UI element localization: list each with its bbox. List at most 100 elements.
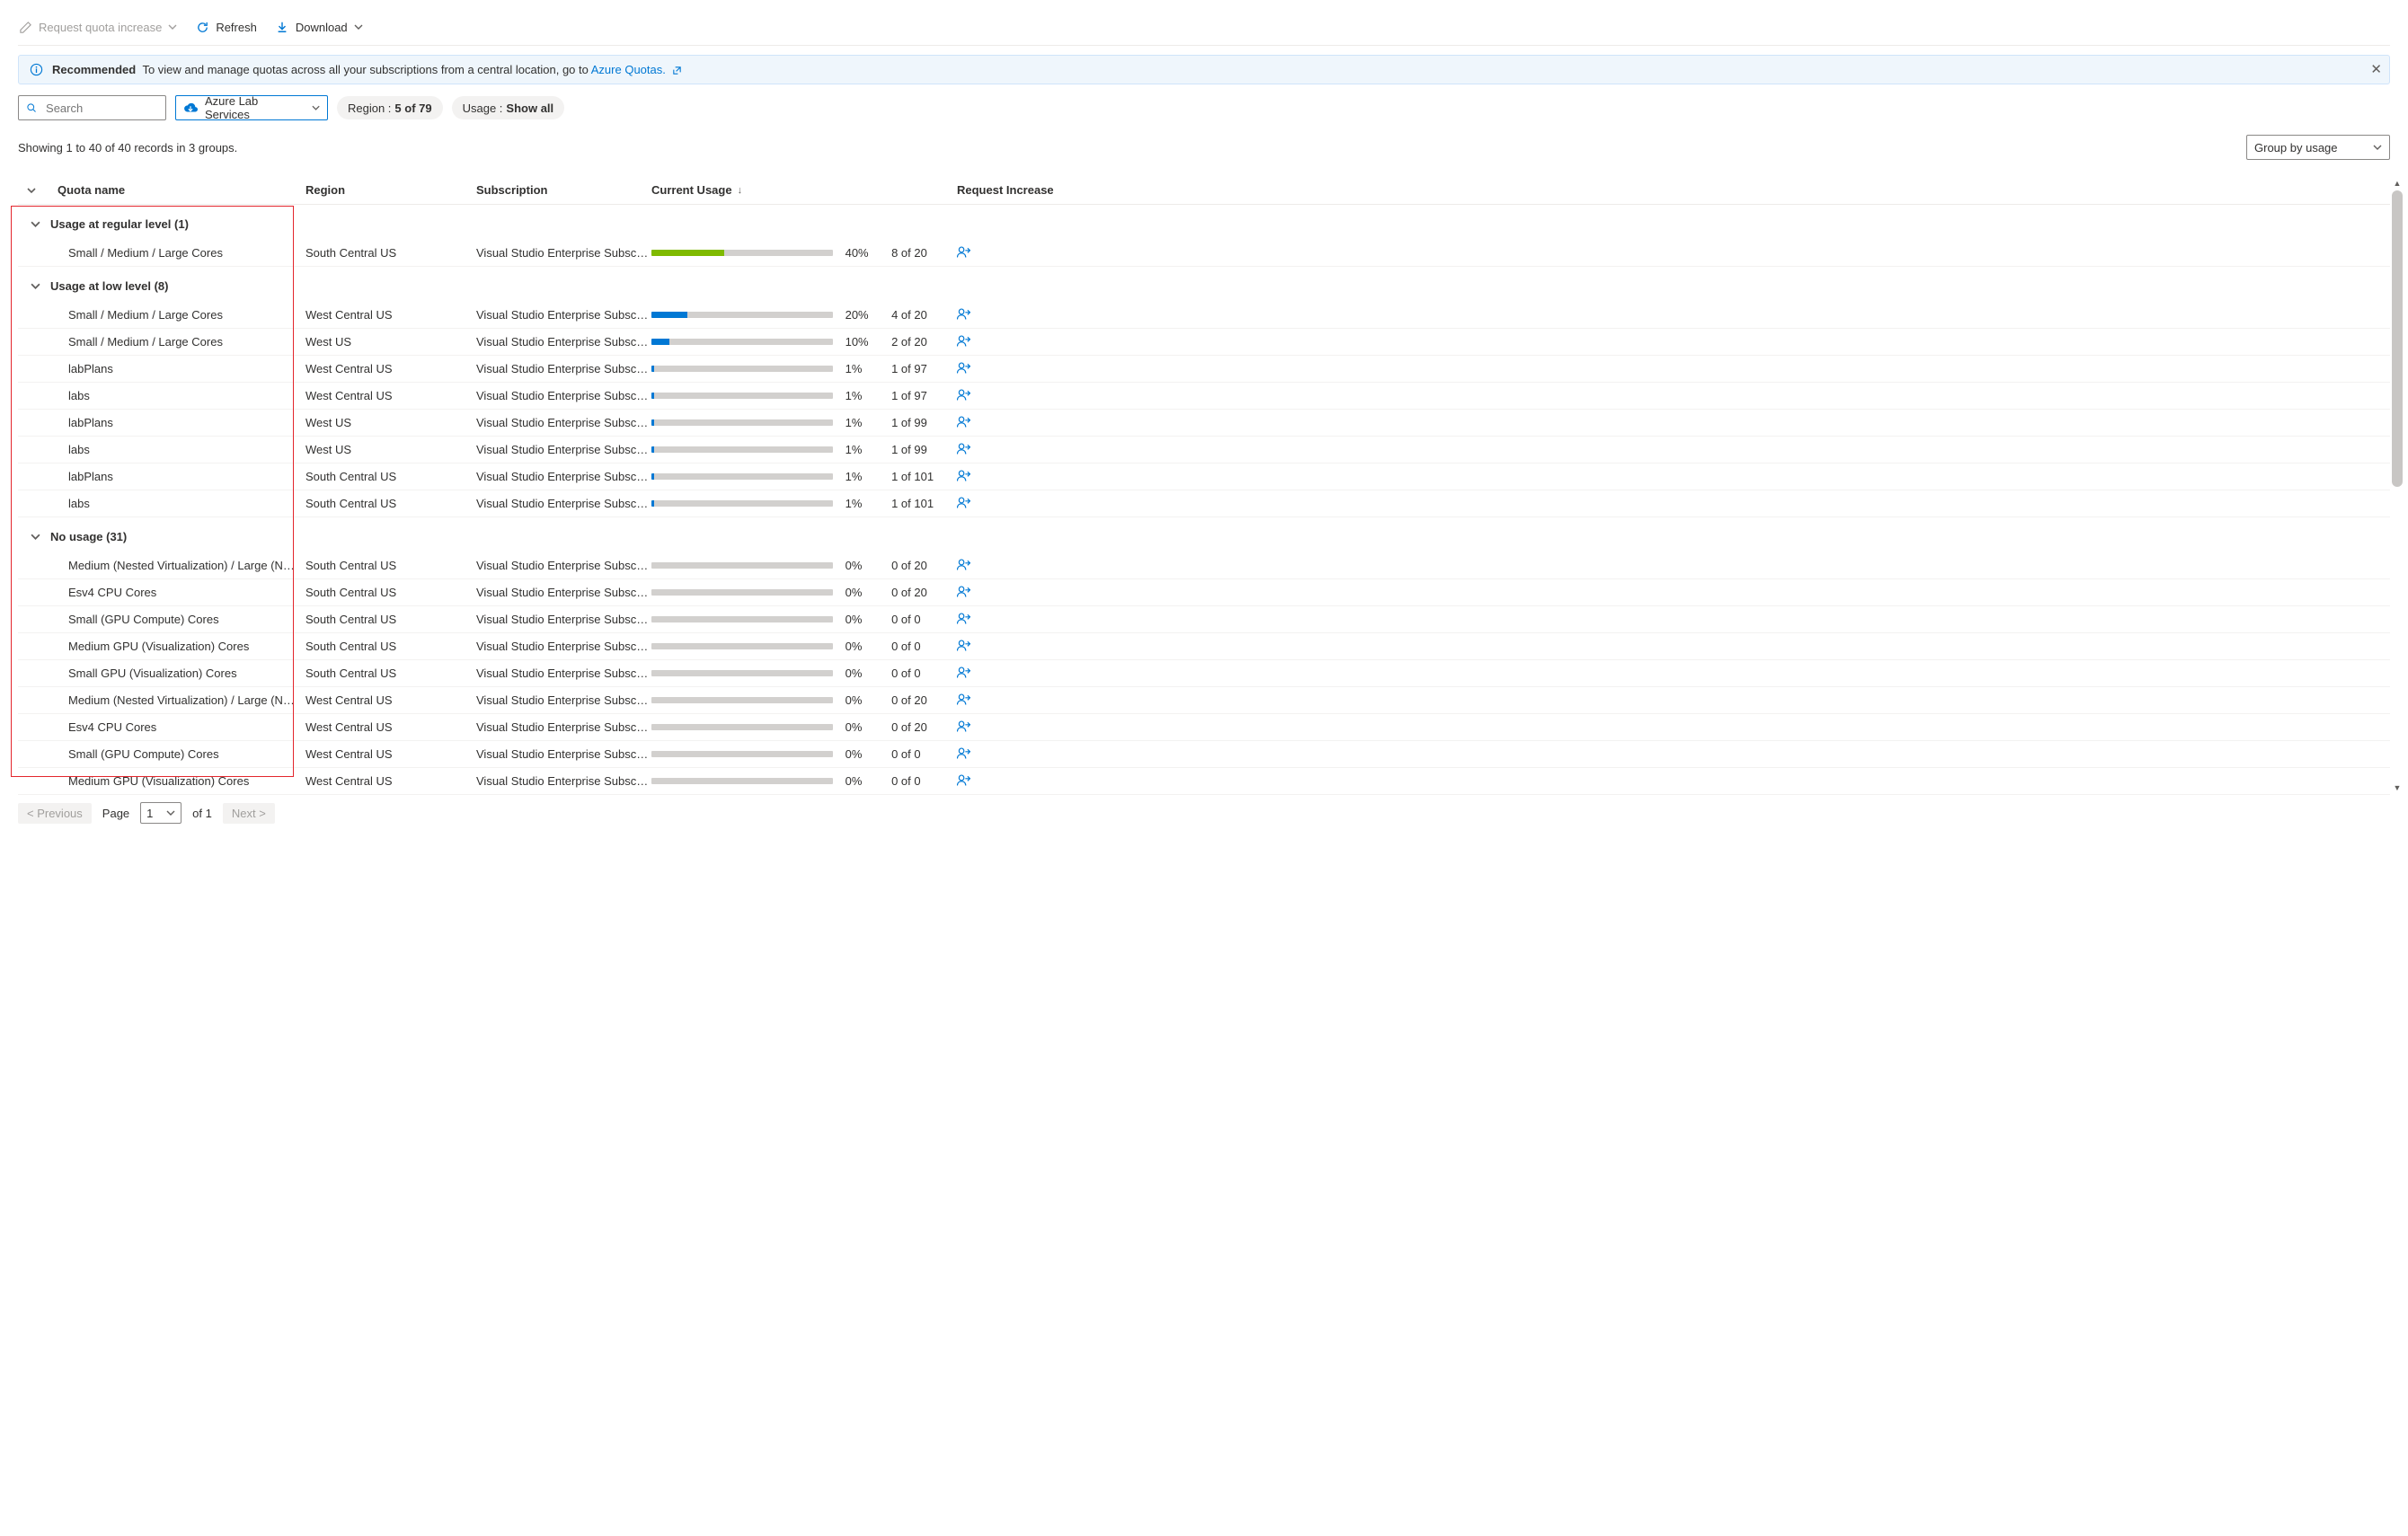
request-increase-icon[interactable] [957, 361, 972, 375]
group-by-dropdown[interactable]: Group by usage [2246, 135, 2390, 160]
request-increase-icon[interactable] [957, 334, 972, 348]
cloud-icon [183, 102, 198, 114]
usage-cell: 1%1 of 101 [651, 470, 948, 483]
request-increase-icon[interactable] [957, 245, 972, 259]
table-row[interactable]: Small / Medium / Large CoresWest USVisua… [18, 329, 2390, 356]
request-increase-cell [948, 469, 2390, 485]
usage-cell: 20%4 of 20 [651, 308, 948, 322]
table-row[interactable]: Medium GPU (Visualization) CoresWest Cen… [18, 768, 2390, 795]
region-cell: South Central US [305, 586, 476, 599]
scrollbar-thumb[interactable] [2392, 190, 2403, 487]
download-button[interactable]: Download [275, 20, 363, 34]
search-field[interactable] [44, 101, 158, 116]
usage-count: 2 of 20 [886, 335, 948, 349]
quota-name-cell: Small / Medium / Large Cores [18, 246, 305, 260]
chevron-down-icon [354, 22, 363, 31]
usage-count: 0 of 0 [886, 613, 948, 626]
group-header[interactable]: Usage at regular level (1) [18, 205, 2390, 240]
col-current-usage[interactable]: Current Usage ↓ [651, 183, 948, 197]
chevron-down-icon [166, 808, 175, 817]
table-row[interactable]: Medium (Nested Virtualization) / Large (… [18, 687, 2390, 714]
request-increase-icon[interactable] [957, 469, 972, 482]
table-row[interactable]: labsWest Central USVisual Studio Enterpr… [18, 383, 2390, 410]
usage-cell: 0% 0 of 0 [651, 613, 948, 626]
usage-percent: 20% [845, 308, 873, 322]
col-region[interactable]: Region [305, 183, 476, 197]
request-increase-icon[interactable] [957, 585, 972, 598]
vertical-scrollbar[interactable]: ▲ ▼ [2392, 176, 2403, 795]
request-increase-icon[interactable] [957, 612, 972, 625]
table-row[interactable]: labPlansWest USVisual Studio Enterprise … [18, 410, 2390, 437]
usage-bar [651, 616, 833, 622]
azure-quotas-link[interactable]: Azure Quotas. [591, 63, 666, 76]
usage-cell: 0%0 of 20 [651, 559, 948, 572]
usage-bar [651, 446, 833, 453]
request-increase-icon[interactable] [957, 558, 972, 571]
download-icon [275, 20, 289, 34]
usage-cell: 1%1 of 97 [651, 362, 948, 375]
group-title: No usage (31) [50, 530, 127, 543]
request-quota-increase-button[interactable]: Request quota increase [18, 20, 177, 34]
col-quota-name[interactable]: Quota name [18, 183, 305, 197]
region-cell: South Central US [305, 613, 476, 626]
refresh-button[interactable]: Refresh [195, 20, 257, 34]
usage-percent: 0% [845, 613, 873, 626]
request-increase-icon[interactable] [957, 442, 972, 455]
table-row[interactable]: labsWest USVisual Studio Enterprise Subs… [18, 437, 2390, 463]
request-increase-cell [948, 334, 2390, 350]
table-row[interactable]: Medium (Nested Virtualization) / Large (… [18, 552, 2390, 579]
page-number-dropdown[interactable]: 1 [140, 802, 181, 824]
table-row[interactable]: Small (GPU Compute) CoresSouth Central U… [18, 606, 2390, 633]
table-row[interactable]: labPlansWest Central USVisual Studio Ent… [18, 356, 2390, 383]
request-increase-icon[interactable] [957, 746, 972, 760]
col-request-increase[interactable]: Request Increase [948, 183, 2390, 197]
group-header[interactable]: No usage (31) [18, 517, 2390, 552]
quota-name-cell: labs [18, 389, 305, 402]
table-row[interactable]: Esv4 CPU CoresSouth Central USVisual Stu… [18, 579, 2390, 606]
usage-cell: 0%0 of 0 [651, 774, 948, 788]
table-row[interactable]: Small GPU (Visualization) CoresSouth Cen… [18, 660, 2390, 687]
request-increase-icon[interactable] [957, 719, 972, 733]
close-banner-button[interactable]: ✕ [2370, 61, 2382, 77]
sort-descending-icon: ↓ [738, 185, 743, 196]
request-increase-cell [948, 415, 2390, 431]
table-row[interactable]: Medium GPU (Visualization) CoresSouth Ce… [18, 633, 2390, 660]
request-increase-icon[interactable] [957, 639, 972, 652]
subscription-cell: Visual Studio Enterprise Subscri… [476, 308, 651, 322]
subscription-cell: Visual Studio Enterprise Subscri… [476, 497, 651, 510]
provider-dropdown[interactable]: Azure Lab Services [175, 95, 328, 120]
request-increase-cell [948, 442, 2390, 458]
usage-bar [651, 500, 833, 507]
table-row[interactable]: labsSouth Central USVisual Studio Enterp… [18, 490, 2390, 517]
table-row[interactable]: Small / Medium / Large CoresSouth Centra… [18, 240, 2390, 267]
request-increase-icon[interactable] [957, 693, 972, 706]
table-row[interactable]: Esv4 CPU CoresWest Central USVisual Stud… [18, 714, 2390, 741]
usage-cell: 1%1 of 97 [651, 389, 948, 402]
col-subscription[interactable]: Subscription [476, 183, 651, 197]
usage-bar [651, 670, 833, 676]
next-page-button[interactable]: Next > [223, 803, 275, 824]
request-increase-icon[interactable] [957, 415, 972, 428]
table-row[interactable]: labPlansSouth Central USVisual Studio En… [18, 463, 2390, 490]
request-increase-icon[interactable] [957, 307, 972, 321]
quota-name-cell: Small / Medium / Large Cores [18, 335, 305, 349]
refresh-label: Refresh [216, 21, 257, 34]
usage-filter-pill[interactable]: Usage : Show all [452, 96, 565, 119]
usage-count: 0 of 20 [886, 720, 948, 734]
request-increase-icon[interactable] [957, 496, 972, 509]
group-header[interactable]: Usage at low level (8) [18, 267, 2390, 302]
usage-bar [651, 419, 833, 426]
request-increase-icon[interactable] [957, 773, 972, 787]
region-filter-pill[interactable]: Region : 5 of 79 [337, 96, 443, 119]
search-input[interactable] [18, 95, 166, 120]
previous-page-button[interactable]: < Previous [18, 803, 92, 824]
usage-cell: 0%0 of 0 [651, 640, 948, 653]
table-row[interactable]: Small (GPU Compute) CoresWest Central US… [18, 741, 2390, 768]
request-increase-icon[interactable] [957, 666, 972, 679]
region-cell: West Central US [305, 720, 476, 734]
subscription-cell: Visual Studio Enterprise Subscri… [476, 559, 651, 572]
table-row[interactable]: Small / Medium / Large CoresWest Central… [18, 302, 2390, 329]
request-increase-icon[interactable] [957, 388, 972, 402]
usage-bar [651, 643, 833, 649]
usage-percent: 0% [845, 559, 873, 572]
